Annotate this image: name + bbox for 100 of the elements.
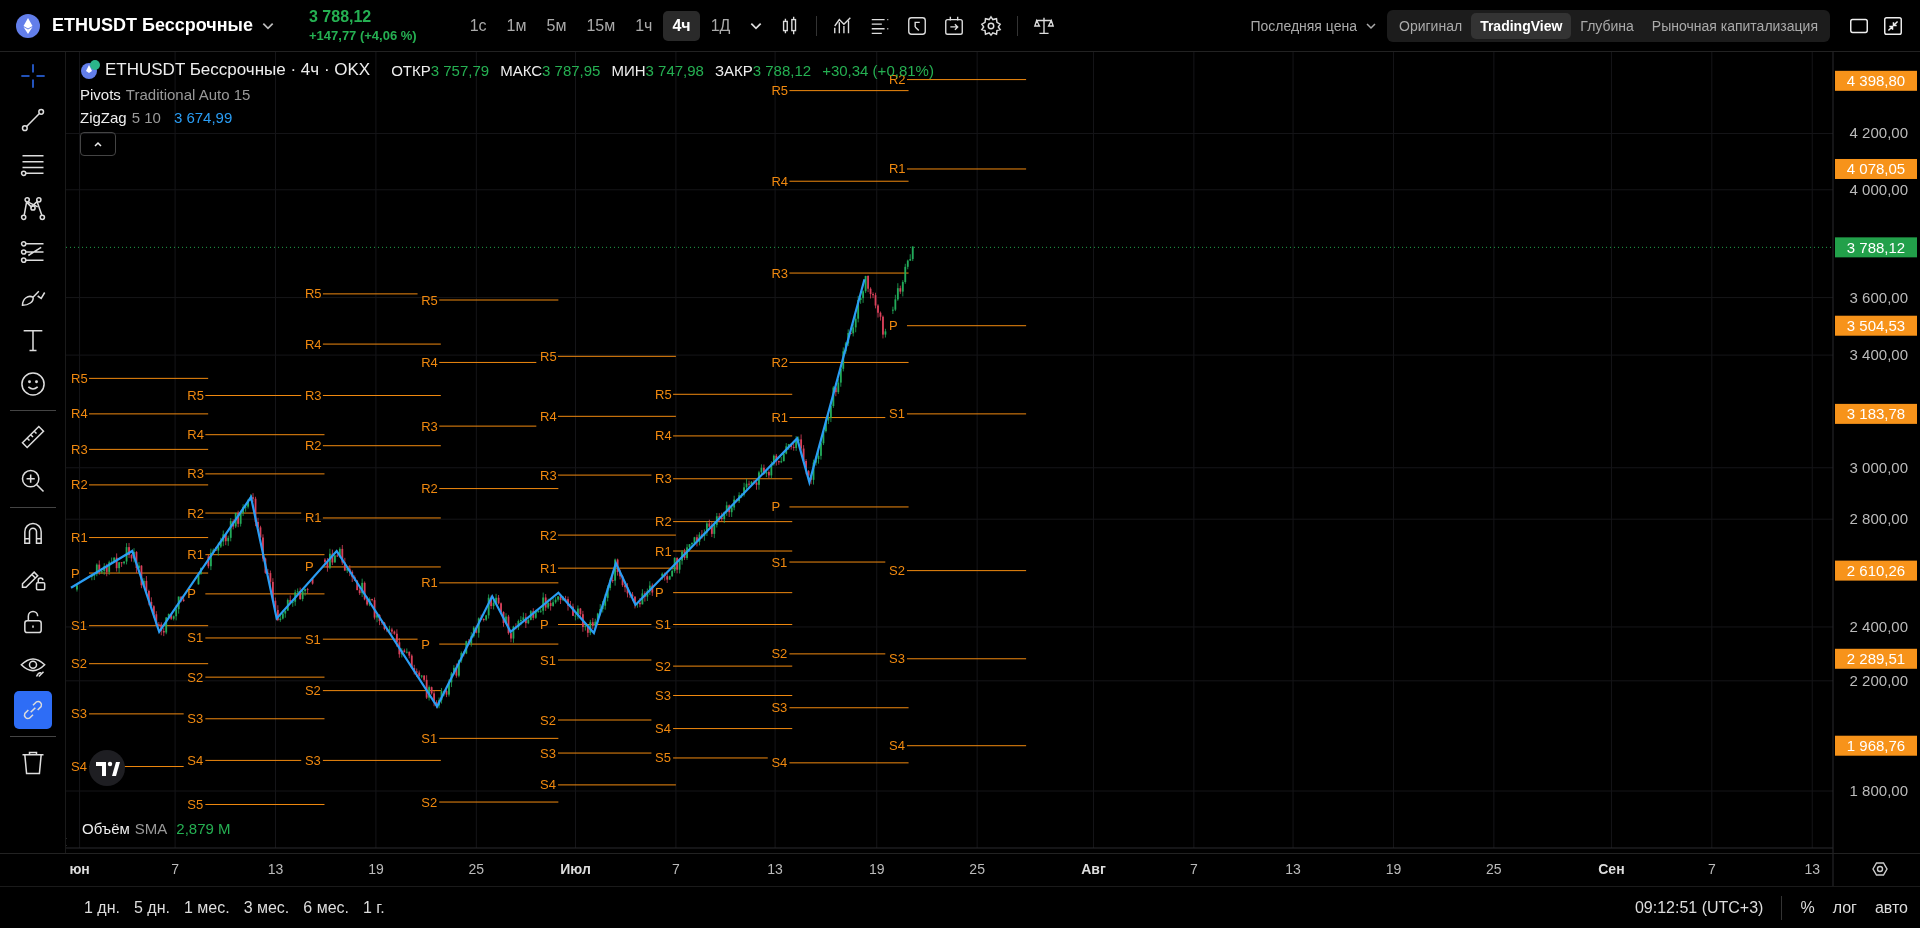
pivot-label: R4: [655, 428, 672, 444]
last-price: 3 788,12: [309, 6, 373, 26]
range-button[interactable]: 6 мес.: [303, 898, 349, 917]
pivot-label: R1: [71, 530, 88, 546]
price-tick: 3 400,00: [1849, 346, 1908, 364]
pivot-label: P: [771, 499, 781, 515]
pivot-label: P: [889, 318, 898, 334]
pivot-label: R3: [421, 418, 438, 434]
range-button[interactable]: 1 дн.: [84, 898, 120, 917]
time-tick: юн: [69, 861, 90, 877]
ohlc-value: 3 787,95: [542, 61, 601, 79]
interval-tab[interactable]: 4ч: [663, 10, 700, 41]
ohlc-value: 3 747,98: [645, 61, 704, 79]
pivot-label: S4: [889, 738, 905, 754]
pivot-label: R2: [71, 477, 88, 493]
price-badge-text: 4 078,05: [1846, 160, 1906, 178]
price-badge-text: 4 398,80: [1846, 72, 1906, 90]
scale-button[interactable]: лог: [1832, 898, 1857, 917]
interval-tab[interactable]: 5м: [537, 10, 576, 41]
pivot-label: R4: [771, 173, 789, 189]
range-button[interactable]: 3 мес.: [243, 898, 290, 917]
indicator-params: 5 10: [131, 109, 161, 126]
pivot-label: R5: [304, 286, 322, 302]
volume-label: Объём: [82, 820, 130, 837]
pivot-label: R4: [540, 408, 557, 424]
pivot-label: R3: [540, 467, 557, 483]
pivot-label: S1: [889, 406, 905, 422]
scale-button[interactable]: авто: [1874, 898, 1908, 917]
pivot-label: R3: [71, 441, 88, 457]
view-tab[interactable]: TradingView: [1471, 12, 1572, 39]
time-tick: Сен: [1598, 861, 1625, 877]
pivot-label: S3: [540, 745, 556, 761]
pivot-label: S3: [187, 711, 204, 727]
pivot-label: R2: [540, 527, 557, 543]
pivot-label: R1: [540, 560, 557, 576]
interval-tab[interactable]: 1ч: [626, 10, 662, 41]
time-tick: 7: [1707, 861, 1716, 877]
time-tick: 13: [1285, 861, 1301, 877]
view-tab[interactable]: Оригинал: [1390, 12, 1472, 39]
price-tick: 1 800,00: [1849, 782, 1908, 799]
price-tick: 2 200,00: [1849, 671, 1908, 689]
pivot-label: R2: [655, 514, 672, 530]
pivot-label: R5: [421, 292, 438, 308]
pivot-label: R5: [771, 83, 789, 99]
time-tick: Авг: [1081, 861, 1106, 877]
pivot-label: S3: [889, 651, 905, 667]
pivot-label: S4: [71, 759, 87, 775]
pivot-label: S2: [421, 794, 438, 810]
pivot-label: S2: [187, 669, 204, 685]
pivot-label: R3: [655, 471, 672, 487]
pivot-label: S3: [71, 706, 87, 722]
pivot-label: S1: [771, 554, 788, 570]
range-button[interactable]: 1 мес.: [183, 898, 230, 917]
range-button[interactable]: 5 дн.: [133, 898, 170, 917]
pivot-label: S5: [655, 750, 671, 766]
price-badge-text: 3 788,12: [1846, 238, 1906, 256]
time-tick: 13: [767, 861, 783, 877]
interval-tab[interactable]: 15м: [577, 10, 625, 41]
pivot-label: R2: [187, 505, 204, 521]
time-tick: 25: [1486, 861, 1502, 877]
price-badge-text: 3 504,53: [1846, 317, 1906, 335]
pivot-label: R2: [771, 354, 789, 370]
ohlc-value: 3 788,12: [752, 61, 812, 79]
view-tab[interactable]: Рыночная капитализация: [1642, 12, 1827, 39]
price-tick: 2 800,00: [1849, 510, 1908, 528]
time-tick: 19: [868, 861, 885, 877]
time-tick: 19: [368, 861, 384, 877]
price-badge-text: 1 968,76: [1846, 737, 1906, 755]
time-tick: 25: [969, 861, 985, 877]
price-source-button[interactable]: Последняя цена: [1250, 17, 1357, 34]
pivot-label: R4: [304, 336, 322, 352]
pivot-label: R2: [304, 438, 322, 454]
pivot-label: R3: [187, 466, 204, 482]
price-tick: 4 000,00: [1849, 180, 1908, 198]
time-tick: 7: [1190, 861, 1198, 877]
pivot-label: S2: [540, 712, 556, 728]
pivot-label: R5: [540, 348, 557, 364]
pivot-label: P: [304, 559, 314, 575]
symbol-button[interactable]: ETHUSDT Бессрочные: [52, 15, 253, 36]
ohlc-label: ЗАКР: [714, 61, 753, 79]
view-tab[interactable]: Глубина: [1571, 12, 1643, 39]
pivot-label: S4: [187, 752, 204, 768]
indicator-params: Traditional Auto 15: [125, 86, 251, 103]
range-button[interactable]: 1 г.: [363, 898, 385, 917]
pivot-label: S2: [771, 646, 788, 662]
pivot-label: S1: [655, 617, 671, 632]
ohlc-value: 3 757,79: [430, 61, 490, 79]
pivot-label: S1: [540, 652, 556, 668]
interval-tab[interactable]: 1с: [460, 10, 496, 41]
scale-button[interactable]: %: [1800, 898, 1815, 917]
ohlc-label: МАКС: [500, 61, 543, 79]
time-tick: 7: [171, 861, 179, 877]
pivot-label: S3: [655, 688, 671, 703]
indicator-value: 3 674,99: [173, 109, 233, 126]
pivot-label: S2: [655, 658, 671, 674]
interval-tab[interactable]: 1м: [497, 10, 536, 41]
pivot-label: R1: [655, 543, 672, 559]
pivot-label: R4: [71, 406, 88, 422]
interval-tab[interactable]: 1Д: [701, 10, 740, 41]
pivot-label: S2: [889, 563, 905, 579]
